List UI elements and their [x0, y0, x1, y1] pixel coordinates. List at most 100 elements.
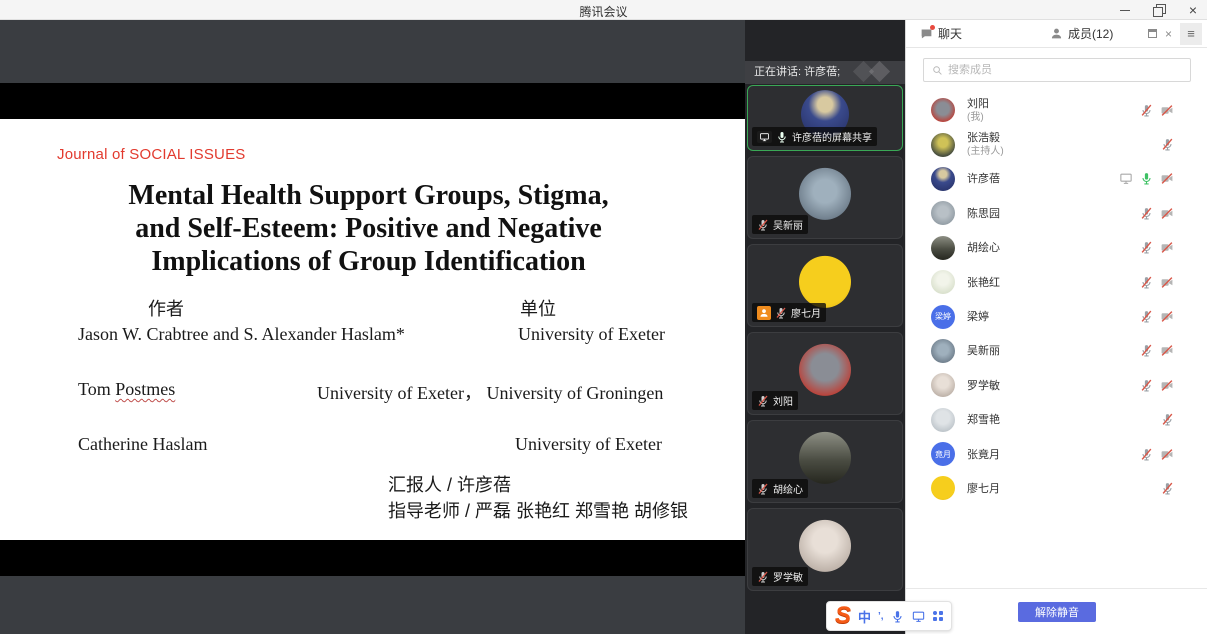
member-row[interactable]: 刘阳(我) — [906, 93, 1207, 127]
slide-letterbox-top — [0, 83, 745, 119]
avatar — [931, 476, 955, 500]
slide-title-line1: Mental Health Support Groups, Stigma, — [0, 179, 737, 212]
close-panel-icon[interactable]: × — [1165, 27, 1172, 41]
sogou-logo-icon[interactable]: S — [835, 604, 851, 628]
camera-off-icon — [1160, 276, 1174, 289]
camera-off-icon — [1160, 379, 1174, 392]
avatar — [931, 270, 955, 294]
member-status — [1140, 310, 1174, 323]
author2-name: Tom Postmes — [78, 379, 175, 400]
panel-tabbar: 聊天 成员(12) × ≡ — [906, 20, 1207, 48]
column-header-author: 作者 — [148, 295, 184, 321]
member-status — [1140, 344, 1174, 357]
ime-toolbox-icon[interactable] — [933, 611, 943, 621]
mic-muted-icon — [1140, 276, 1153, 289]
member-name: 陈思园 — [967, 208, 1000, 220]
member-row[interactable]: 许彦蓓 — [906, 162, 1207, 196]
search-input[interactable] — [948, 64, 1182, 76]
member-name: 郑雪艳 — [967, 414, 1000, 426]
advisor-line: 指导老师 / 严磊 张艳红 郑雪艳 胡修银 — [388, 497, 688, 523]
popout-panel-icon[interactable] — [1148, 29, 1157, 38]
panel-controls: × ≡ — [1148, 23, 1207, 45]
avatar — [931, 236, 955, 260]
mic-muted-icon — [1161, 138, 1174, 151]
presentation-slide: Journal of SOCIAL ISSUES Mental Health S… — [0, 119, 745, 540]
panel-footer-divider — [906, 588, 1207, 589]
member-row[interactable]: 竟月 张竟月 — [906, 437, 1207, 471]
tab-members-label: 成员(12) — [1068, 25, 1113, 42]
member-name: 刘阳 — [967, 98, 989, 110]
participant-name: 吴新丽 — [773, 217, 803, 232]
unmute-button[interactable]: 解除静音 — [1018, 602, 1096, 622]
author2-name-prefix: Tom — [78, 379, 115, 399]
camera-off-icon — [1160, 104, 1174, 117]
video-tile-screenshare[interactable]: 许彦蓓的屏幕共享 — [747, 85, 903, 151]
avatar — [931, 98, 955, 122]
member-name: 张浩毅 — [967, 132, 1000, 144]
ime-punctuation-toggle[interactable]: ’, — [878, 611, 884, 622]
video-tile[interactable]: 罗学敏 — [747, 508, 903, 591]
members-icon — [1050, 27, 1063, 40]
ime-toolbar: S 中 ’, — [826, 601, 952, 631]
slide-title-line2: and Self-Esteem: Positive and Negative — [0, 212, 737, 245]
member-row[interactable]: 胡绘心 — [906, 231, 1207, 265]
side-panel: 聊天 成员(12) × ≡ 刘阳(我) 张浩毅 (主持人) — [905, 20, 1207, 634]
slide-title: Mental Health Support Groups, Stigma, an… — [0, 179, 737, 278]
member-row[interactable]: 张艳红 — [906, 265, 1207, 299]
video-tile[interactable]: 胡绘心 — [747, 420, 903, 503]
avatar — [931, 201, 955, 225]
member-row[interactable]: 陈思园 — [906, 196, 1207, 230]
panel-menu-icon[interactable]: ≡ — [1180, 23, 1202, 45]
video-tile[interactable]: 吴新丽 — [747, 156, 903, 239]
avatar — [799, 519, 851, 571]
member-row[interactable]: 张浩毅 (主持人) — [906, 127, 1207, 161]
participant-name: 廖七月 — [791, 305, 821, 320]
camera-off-icon — [1160, 448, 1174, 461]
avatar — [799, 167, 851, 219]
member-name: 张艳红 — [967, 277, 1000, 289]
tab-chat[interactable]: 聊天 — [910, 20, 1040, 48]
mic-muted-icon — [775, 307, 787, 319]
member-row[interactable]: 梁婷 梁婷 — [906, 299, 1207, 333]
member-row[interactable]: 罗学敏 — [906, 368, 1207, 402]
window-title: 腾讯会议 — [0, 3, 1207, 20]
slide-title-line3: Implications of Group Identification — [0, 245, 737, 278]
minimize-icon[interactable] — [1119, 4, 1131, 16]
member-role: (主持人) — [967, 146, 1004, 157]
ime-language-toggle[interactable]: 中 — [858, 607, 871, 626]
member-name: 许彦蓓 — [967, 173, 1000, 185]
restore-icon[interactable] — [1153, 4, 1165, 16]
member-row[interactable]: 郑雪艳 — [906, 403, 1207, 437]
speaking-label: 正在讲话: 许彦蓓; — [754, 66, 840, 78]
camera-off-icon — [1160, 310, 1174, 323]
close-icon[interactable]: × — [1187, 4, 1199, 16]
ime-voice-icon[interactable] — [891, 610, 904, 623]
member-row[interactable]: 廖七月 — [906, 471, 1207, 505]
avatar — [799, 431, 851, 483]
tile-label: 吴新丽 — [752, 215, 808, 234]
member-name: 梁婷 — [967, 311, 989, 323]
search-icon — [932, 65, 943, 76]
video-tile[interactable]: 廖七月 — [747, 244, 903, 327]
avatar — [799, 343, 851, 395]
author2-name-flagged: Postmes — [115, 379, 175, 399]
member-status — [1119, 172, 1174, 185]
member-row[interactable]: 吴新丽 — [906, 334, 1207, 368]
ime-keyboard-icon[interactable] — [911, 610, 926, 623]
video-tile[interactable]: 刘阳 — [747, 332, 903, 415]
member-status — [1140, 104, 1174, 117]
journal-name: Journal of SOCIAL ISSUES — [57, 146, 246, 163]
member-status — [1140, 379, 1174, 392]
video-tiles: 许彦蓓的屏幕共享 吴新丽 廖七月 刘阳 — [747, 85, 903, 591]
tab-members[interactable]: 成员(12) — [1040, 20, 1140, 48]
member-search[interactable] — [923, 58, 1191, 82]
camera-off-icon — [1160, 241, 1174, 254]
member-list: 刘阳(我) 张浩毅 (主持人) 许彦蓓 陈思园 — [906, 93, 1207, 506]
avatar: 竟月 — [931, 442, 955, 466]
mic-muted-icon — [757, 395, 769, 407]
tile-label: 刘阳 — [752, 391, 798, 410]
avatar: 梁婷 — [931, 305, 955, 329]
member-name: 罗学敏 — [967, 380, 1000, 392]
member-status — [1161, 413, 1174, 426]
avatar — [931, 373, 955, 397]
